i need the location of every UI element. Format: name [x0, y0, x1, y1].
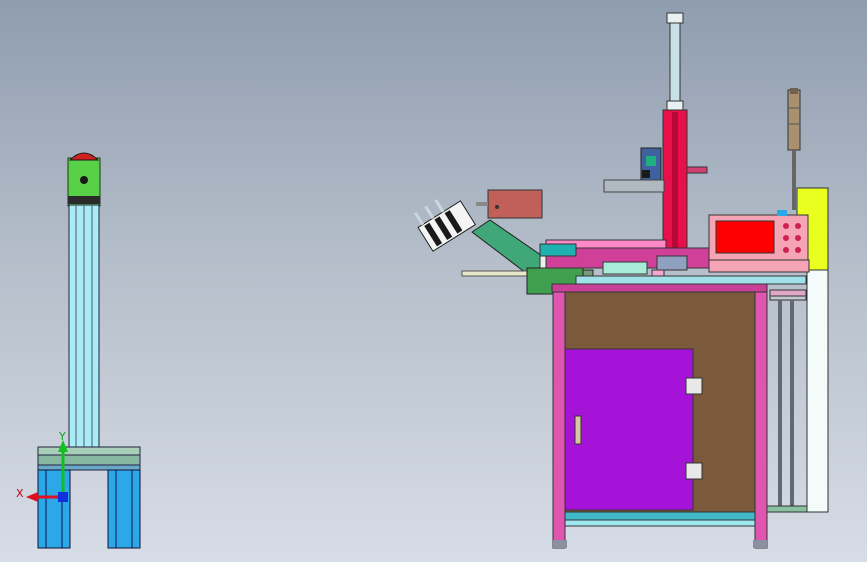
tabletop-edge — [551, 283, 768, 293]
feeder-magazine — [414, 199, 477, 252]
foot-left — [553, 540, 567, 548]
side-rail-lower — [769, 295, 807, 301]
magazine-rod — [434, 199, 445, 213]
carriage — [602, 261, 648, 275]
frame-upright-right — [754, 291, 768, 549]
sensor-clip — [642, 170, 650, 178]
teal-block — [539, 243, 577, 257]
sensor-head — [646, 156, 656, 166]
top-roller — [68, 152, 100, 161]
cabinet-door[interactable] — [564, 348, 694, 511]
brown-block — [487, 189, 543, 219]
base-leg-left — [37, 469, 71, 549]
control-button — [783, 247, 789, 253]
control-button — [795, 247, 801, 253]
cad-scene[interactable]: X Y — [0, 0, 867, 562]
tower-light-cap — [790, 88, 798, 94]
guide-rail — [603, 179, 665, 193]
tower-light — [787, 89, 801, 151]
base-lower-rail — [37, 464, 141, 471]
control-screen — [715, 220, 775, 254]
side-view-assembly[interactable] — [37, 152, 141, 549]
control-button — [783, 235, 789, 241]
base-top-rail — [37, 446, 141, 456]
frame-bottom-rail — [564, 511, 756, 521]
control-button — [795, 235, 801, 241]
cylinder-cap — [666, 12, 684, 24]
frame-foot-rail — [564, 519, 756, 527]
x-axis-head — [26, 492, 38, 502]
column-foot — [656, 255, 688, 271]
control-button — [783, 223, 789, 229]
z-axis-marker — [58, 492, 68, 502]
panel-base — [708, 259, 810, 273]
control-button — [795, 223, 801, 229]
cad-viewport[interactable]: X Y — [0, 0, 867, 562]
front-view-assembly[interactable] — [411, 12, 829, 549]
column-bracket — [686, 166, 708, 174]
side-base — [766, 505, 808, 513]
tower-light-pole — [792, 150, 796, 210]
frame-upright-left — [552, 291, 566, 549]
side-rail — [769, 289, 807, 297]
side-post — [778, 300, 782, 510]
base-mid-rail — [37, 454, 141, 466]
door-hinge — [685, 377, 703, 395]
magazine-rod — [414, 211, 425, 226]
x-axis-label: X — [16, 487, 24, 500]
control-knob — [777, 210, 787, 216]
block-rail — [476, 202, 488, 206]
roller-hub — [80, 176, 88, 184]
base-leg-right — [107, 469, 141, 549]
side-post — [790, 300, 794, 510]
bracket-plate — [68, 196, 100, 204]
door-handle[interactable] — [574, 415, 582, 445]
magazine-rod — [424, 205, 435, 219]
foot-right — [753, 540, 767, 548]
y-axis-label: Y — [58, 430, 66, 443]
column-stripe — [672, 112, 678, 258]
tabletop — [575, 275, 807, 285]
block-bolt — [495, 205, 499, 209]
cylinder-rod — [669, 22, 681, 104]
white-side-panel — [806, 269, 829, 513]
door-hinge — [685, 462, 703, 480]
